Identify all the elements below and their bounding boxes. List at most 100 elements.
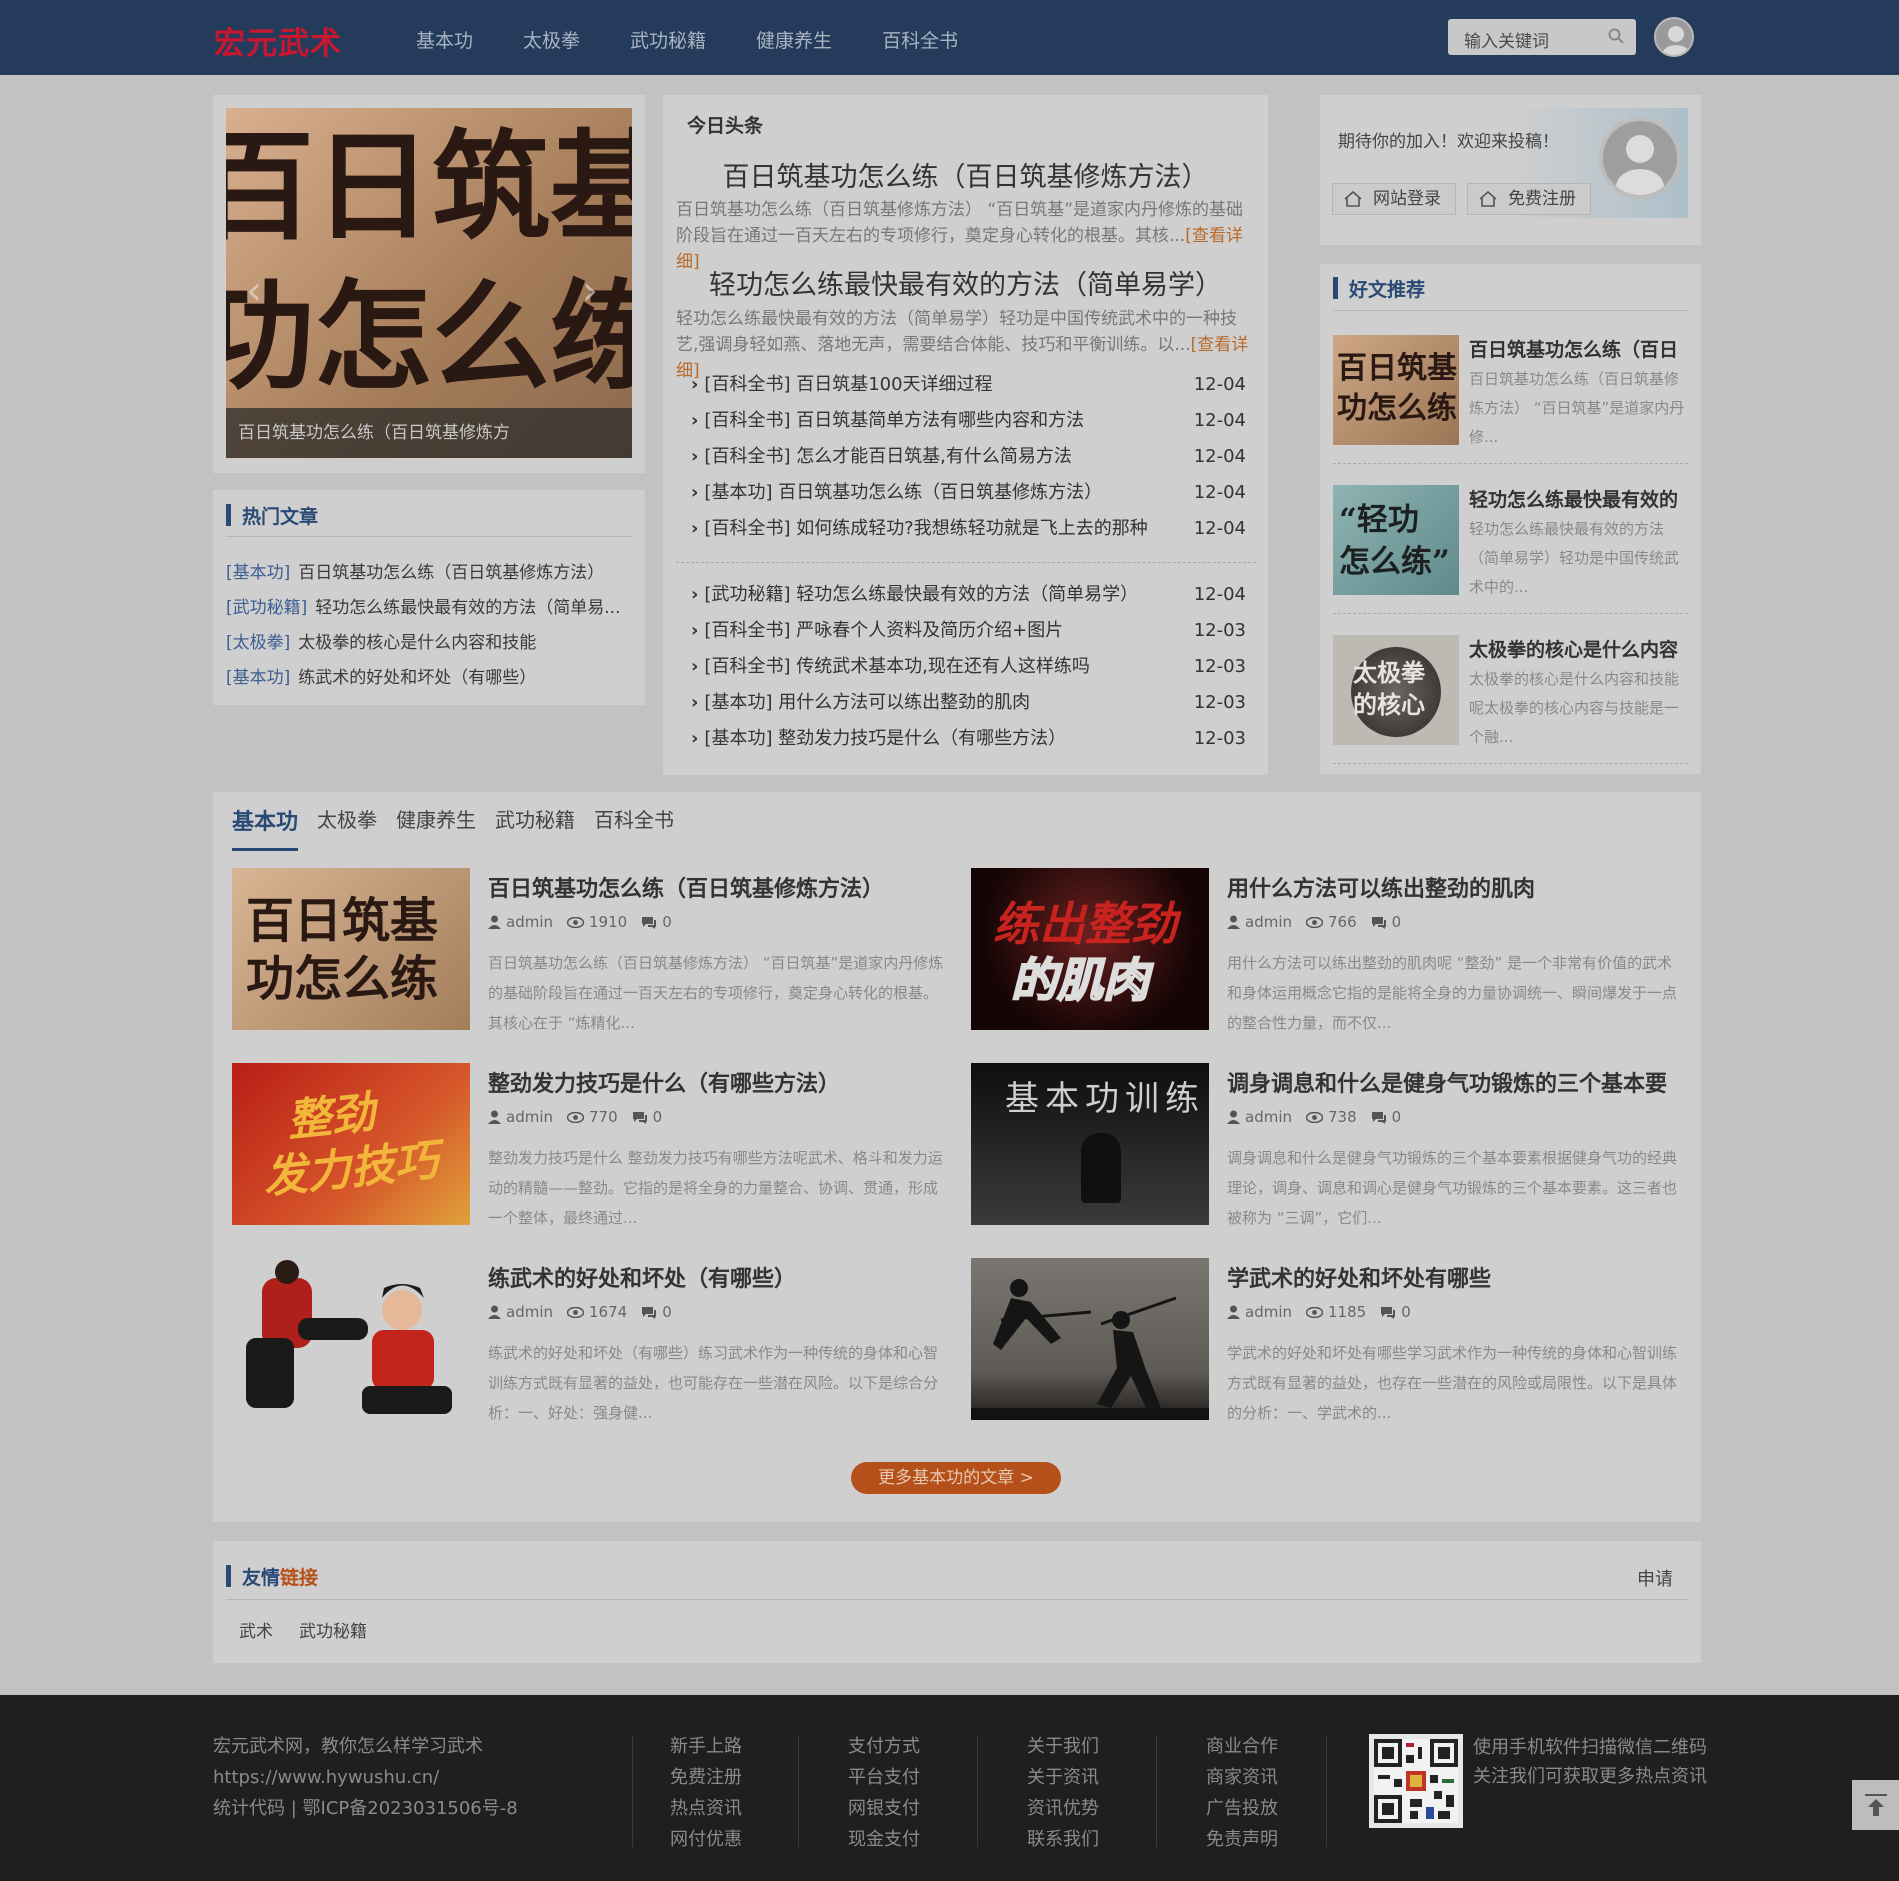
headline-title-1[interactable]: 百日筑基功怎么练（百日筑基修炼方法）	[663, 155, 1268, 194]
slider-image[interactable]: 百日筑基 功怎么练 ‹ › 百日筑基功怎么练（百日筑基修炼方	[226, 108, 632, 458]
tab-jibengong[interactable]: 基本功	[232, 804, 299, 851]
search-input[interactable]: 输入关键词	[1464, 27, 1549, 52]
back-to-top-button[interactable]	[1852, 1780, 1899, 1830]
footer-link[interactable]: 免费注册	[656, 1762, 756, 1793]
news-item[interactable]: [武功秘籍] 轻功怎么练最快最有效的方法（简单易学）12-04	[691, 577, 1246, 613]
slider-caption[interactable]: 百日筑基功怎么练（百日筑基修炼方	[226, 408, 632, 458]
icp-info[interactable]: 统计代码 | 鄂ICP备2023031506号-8	[213, 1793, 518, 1824]
tab-jiankang[interactable]: 健康养生	[396, 804, 476, 851]
nav-item-wugongmiji[interactable]: 武功秘籍	[630, 26, 706, 53]
news-item[interactable]: [百科全书] 严咏春个人资料及简历介绍+图片12-03	[691, 613, 1246, 649]
site-url[interactable]: https://www.hywushu.cn/	[213, 1762, 518, 1793]
footer-link[interactable]: 广告投放	[1192, 1793, 1292, 1824]
article-title[interactable]: 用什么方法可以练出整劲的肌肉	[1227, 871, 1535, 903]
divider	[226, 536, 632, 537]
article-thumb[interactable]	[232, 1258, 470, 1420]
slider-image-text: 百日筑基 功怎么练	[226, 117, 632, 406]
news-item[interactable]: [百科全书] 怎么才能百日筑基,有什么简易方法12-04	[691, 439, 1246, 475]
article-title[interactable]: 整劲发力技巧是什么（有哪些方法）	[488, 1066, 840, 1098]
news-date: 12-04	[1193, 518, 1246, 539]
footer-link[interactable]: 资讯优势	[1013, 1793, 1113, 1824]
footer-link[interactable]: 商业合作	[1192, 1731, 1292, 1762]
article-meta: admin 766 0	[1227, 913, 1415, 931]
article-card: 练武术的好处和坏处（有哪些） admin 1674 0 练武术的好处和坏处（有哪…	[232, 1258, 952, 1428]
apply-link[interactable]: 申请	[1637, 1565, 1673, 1591]
news-item[interactable]: [基本功] 整劲发力技巧是什么（有哪些方法）12-03	[691, 721, 1246, 757]
footer-link[interactable]: 网银支付	[834, 1793, 934, 1824]
article-title[interactable]: 调身调息和什么是健身气功锻炼的三个基本要	[1227, 1066, 1667, 1098]
slider-prev-icon[interactable]: ‹	[246, 268, 262, 314]
hot-article-item[interactable]: [基本功] 百日筑基功怎么练（百日筑基修炼方法）	[226, 556, 636, 591]
recommend-thumb[interactable]: 百日筑基 功怎么练	[1333, 335, 1459, 445]
user-avatar[interactable]	[1654, 17, 1694, 57]
article-thumb[interactable]: 整劲 发力技巧	[232, 1063, 470, 1225]
hot-article-item[interactable]: [武功秘籍] 轻功怎么练最快最有效的方法（简单易...	[226, 591, 636, 626]
recommend-item[interactable]: “轻功 怎么练” 轻功怎么练最快最有效的 轻功怎么练最快最有效的方法（简单易学）轻…	[1333, 485, 1693, 635]
footer-link[interactable]: 支付方式	[834, 1731, 934, 1762]
news-date: 12-04	[1193, 584, 1246, 605]
footer-link[interactable]: 关于资讯	[1013, 1762, 1113, 1793]
news-item[interactable]: [百科全书] 百日筑基简单方法有哪些内容和方法12-04	[691, 403, 1246, 439]
recommend-thumb[interactable]: “轻功 怎么练”	[1333, 485, 1459, 595]
tab-baike[interactable]: 百科全书	[594, 804, 674, 851]
footer-link[interactable]: 关于我们	[1013, 1731, 1113, 1762]
hot-article-item[interactable]: [太极拳] 太极拳的核心是什么内容和技能	[226, 626, 636, 661]
article-thumb[interactable]: 基本功训练	[971, 1063, 1209, 1225]
comment-icon	[642, 916, 657, 929]
footer-link[interactable]: 热点资讯	[656, 1793, 756, 1824]
footer-link[interactable]: 商家资讯	[1192, 1762, 1292, 1793]
friend-link[interactable]: 武术	[239, 1617, 273, 1642]
search-icon[interactable]	[1608, 28, 1624, 44]
article-title[interactable]: 学武术的好处和坏处有哪些	[1227, 1261, 1491, 1293]
tab-taijiquan[interactable]: 太极拳	[317, 804, 377, 851]
footer-link[interactable]: 平台支付	[834, 1762, 934, 1793]
search-box[interactable]: 输入关键词	[1448, 19, 1636, 55]
footer-link[interactable]: 现金支付	[834, 1824, 934, 1855]
home-icon	[1479, 190, 1497, 207]
recommend-item[interactable]: 太极拳 的核心 太极拳的核心是什么内容 太极拳的核心是什么内容和技能呢太极拳的核心…	[1333, 635, 1693, 785]
top-navbar: 宏元武术 基本功 太极拳 武功秘籍 健康养生 百科全书 输入关键词	[0, 0, 1899, 75]
article-title[interactable]: 练武术的好处和坏处（有哪些）	[488, 1261, 796, 1293]
recommend-item-title[interactable]: 太极拳的核心是什么内容	[1469, 635, 1693, 662]
divider	[1156, 1735, 1157, 1847]
footer-link[interactable]: 新手上路	[656, 1731, 756, 1762]
article-thumb[interactable]: 百日筑基 功怎么练	[232, 868, 470, 1030]
news-item[interactable]: [百科全书] 如何练成轻功?我想练轻功就是飞上去的那种12-04	[691, 511, 1246, 547]
friend-links-panel: 友情链接 申请 武术 武功秘籍	[213, 1541, 1701, 1663]
nav-item-jiankang[interactable]: 健康养生	[756, 26, 832, 53]
slider-next-icon[interactable]: ›	[582, 268, 598, 314]
hot-article-item[interactable]: [基本功] 练武术的好处和坏处（有哪些）	[226, 661, 636, 696]
login-button[interactable]: 网站登录	[1332, 183, 1456, 215]
news-date: 12-04	[1193, 374, 1246, 395]
footer-link[interactable]: 免责声明	[1192, 1824, 1292, 1855]
article-thumb[interactable]	[971, 1258, 1209, 1420]
divider	[226, 1599, 1688, 1600]
nav-item-taijiquan[interactable]: 太极拳	[523, 26, 580, 53]
news-item[interactable]: [百科全书] 百日筑基100天详细过程12-04	[691, 367, 1246, 403]
recommend-item[interactable]: 百日筑基 功怎么练 百日筑基功怎么练（百日 百日筑基功怎么练（百日筑基修炼方法） …	[1333, 335, 1693, 485]
recommend-item-title[interactable]: 轻功怎么练最快最有效的	[1469, 485, 1693, 512]
friend-link[interactable]: 武功秘籍	[299, 1617, 367, 1642]
recommend-thumb[interactable]: 太极拳 的核心	[1333, 635, 1459, 745]
news-item[interactable]: [基本功] 用什么方法可以练出整劲的肌肉12-03	[691, 685, 1246, 721]
news-item[interactable]: [基本功] 百日筑基功怎么练（百日筑基修炼方法）12-04	[691, 475, 1246, 511]
news-item[interactable]: [百科全书] 传统武术基本功,现在还有人这样练吗12-03	[691, 649, 1246, 685]
article-meta: admin 1185 0	[1227, 1303, 1425, 1321]
more-articles-button[interactable]: 更多基本功的文章 >	[851, 1462, 1061, 1494]
article-thumb[interactable]: 练出整劲 的肌肉	[971, 868, 1209, 1030]
footer-site-info: 宏元武术网，教你怎么样学习武术 https://www.hywushu.cn/ …	[213, 1731, 518, 1824]
article-title[interactable]: 百日筑基功怎么练（百日筑基修炼方法）	[488, 871, 884, 903]
footer-link[interactable]: 网付优惠	[656, 1824, 756, 1855]
nav-item-jibengong[interactable]: 基本功	[416, 26, 473, 53]
site-logo[interactable]: 宏元武术	[214, 18, 342, 63]
footer-link[interactable]: 联系我们	[1013, 1824, 1113, 1855]
register-button[interactable]: 免费注册	[1467, 183, 1591, 215]
recommend-title: 好文推荐	[1333, 275, 1425, 302]
comment-icon	[632, 1111, 647, 1124]
recommend-item-title[interactable]: 百日筑基功怎么练（百日	[1469, 335, 1693, 362]
headline-title-2[interactable]: 轻功怎么练最快最有效的方法（简单易学）	[663, 263, 1268, 302]
article-desc: 调身调息和什么是健身气功锻炼的三个基本要素根据健身气功的经典理论，调身、调息和调…	[1227, 1149, 1678, 1227]
nav-item-baike[interactable]: 百科全书	[882, 26, 958, 53]
article-meta: admin 1674 0	[488, 1303, 686, 1321]
tab-wugongmiji[interactable]: 武功秘籍	[495, 804, 575, 851]
